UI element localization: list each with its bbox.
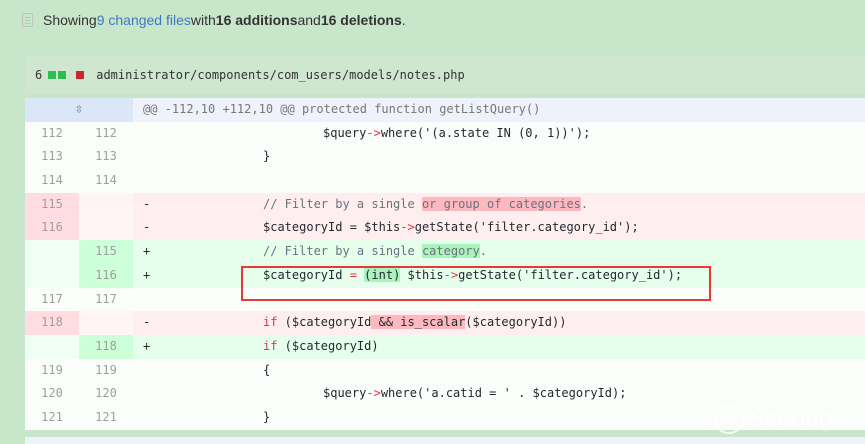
file-header: 6 administrator/components/com_users/mod… [25, 56, 865, 94]
hunk-header-row: ⇳ @@ -112,10 +112,10 @@ protected functi… [25, 98, 865, 122]
diff-line: 112 112 $query->where('(a.state IN (0, 1… [25, 121, 865, 146]
code-line: + $categoryId = (int) $this->getState('fi… [133, 263, 865, 288]
file-path[interactable]: administrator/components/com_users/model… [96, 68, 464, 82]
diff-line-deleted: 118 - if ($categoryId && is_scalar($categ… [25, 311, 865, 335]
code-line [133, 287, 865, 312]
code-line: - $categoryId = $this->getState('filter.c… [133, 216, 865, 241]
new-line-number[interactable]: 112 [79, 121, 133, 146]
new-line-number [79, 216, 133, 241]
new-line-number[interactable]: 120 [79, 382, 133, 406]
old-line-number [25, 240, 79, 264]
old-line-number[interactable]: 114 [25, 169, 79, 193]
diffstat-del-block [76, 71, 85, 79]
new-line-number[interactable]: 113 [79, 145, 133, 170]
old-line-number [25, 334, 79, 359]
diff-line: 117 117 [25, 287, 865, 312]
diff-line-added: 118 + if ($categoryId) [25, 334, 865, 359]
old-line-number [25, 263, 79, 288]
old-line-number[interactable]: 116 [25, 216, 79, 241]
code-line: $query->where('a.catid = ' . $categoryId… [133, 382, 865, 406]
new-line-number[interactable]: 119 [79, 358, 133, 383]
code-line: } [133, 145, 865, 170]
watermark: Seebug [714, 404, 833, 434]
additions-count: 16 additions [215, 12, 298, 28]
expand-bottom[interactable] [25, 437, 865, 444]
old-line-number[interactable]: 113 [25, 145, 79, 170]
code-line: -// Filter by a single or group of categ… [133, 192, 865, 217]
new-line-number[interactable]: 114 [79, 169, 133, 193]
new-line-number [79, 311, 133, 335]
expand-button[interactable]: ⇳ [25, 98, 133, 122]
new-line-number[interactable]: 117 [79, 287, 133, 312]
code-line: { [133, 358, 865, 383]
diff-line-added: 116 + $categoryId = (int) $this->getState… [25, 263, 865, 288]
diff-line-deleted: 115 -// Filter by a single or group of c… [25, 192, 865, 217]
deletions-count: 16 deletions [320, 12, 402, 28]
old-line-number[interactable]: 119 [25, 358, 79, 383]
code-line: + if ($categoryId) [133, 334, 865, 359]
old-line-number[interactable]: 112 [25, 121, 79, 146]
code-line: - if ($categoryId && is_scalar($categoryI… [133, 311, 865, 335]
new-line-number[interactable]: 121 [79, 405, 133, 430]
old-line-number[interactable]: 120 [25, 382, 79, 406]
diff-line: 119 119 { [25, 358, 865, 383]
old-line-number[interactable]: 115 [25, 192, 79, 217]
new-line-number [79, 192, 133, 217]
code-line: +// Filter by a single category. [133, 240, 865, 264]
seebug-logo-icon [714, 404, 745, 434]
old-line-number[interactable]: 117 [25, 287, 79, 312]
new-line-number[interactable]: 118 [79, 334, 133, 359]
old-line-number[interactable]: 118 [25, 311, 79, 335]
diff-summary: Showing 9 changed files with 16 addition… [22, 9, 406, 31]
code-line: $query->where('(a.state IN (0, 1))'); [133, 121, 865, 146]
new-line-number[interactable]: 115 [79, 240, 133, 264]
diff-table: ⇳ @@ -112,10 +112,10 @@ protected functi… [25, 98, 865, 430]
diffstat [48, 71, 85, 79]
diff-line: 114 114 [25, 169, 865, 193]
hunk-header: @@ -112,10 +112,10 @@ protected function… [133, 98, 865, 122]
diff-line: 113 113 } [25, 145, 865, 170]
diff-line-deleted: 116 - $categoryId = $this->getState('filt… [25, 216, 865, 241]
diffstat-add-block [58, 71, 67, 79]
changed-files-link[interactable]: 9 changed files [97, 12, 191, 28]
expand-icon: ⇳ [74, 101, 84, 117]
code-line [133, 169, 865, 193]
diff-line: 120 120 $query->where('a.catid = ' . $ca… [25, 382, 865, 406]
diff-line-added: 115 +// Filter by a single category. [25, 240, 865, 264]
file-change-count: 6 [35, 68, 43, 82]
file-diff-icon [22, 13, 33, 27]
old-line-number[interactable]: 121 [25, 405, 79, 430]
new-line-number[interactable]: 116 [79, 263, 133, 288]
diffstat-add-block [48, 71, 57, 79]
